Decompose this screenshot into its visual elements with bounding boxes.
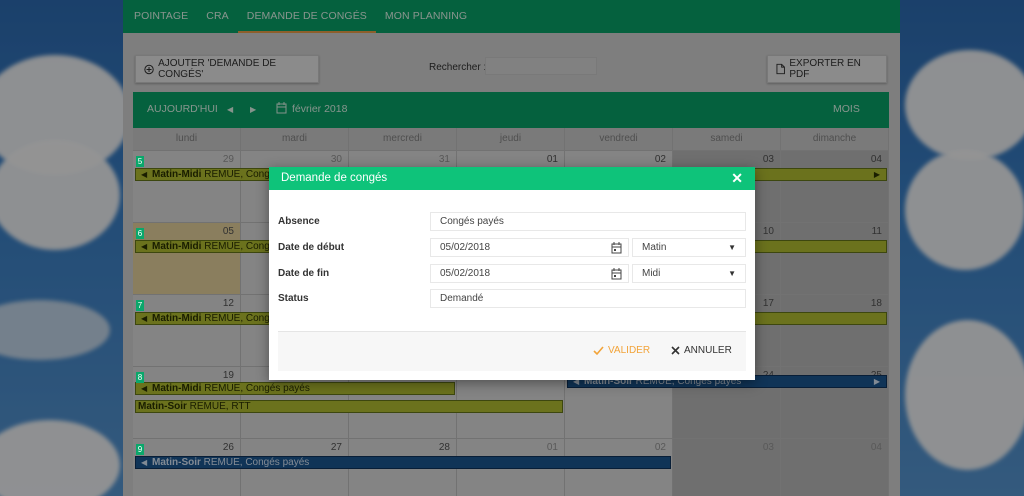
status-field: Demandé — [430, 289, 746, 308]
start-period-select[interactable]: Matin ▼ — [632, 238, 746, 257]
end-period-select[interactable]: Midi ▼ — [632, 264, 746, 283]
week-number: 6 — [136, 228, 144, 239]
cancel-button[interactable]: ANNULER — [671, 345, 732, 356]
week-number: 9 — [136, 444, 144, 455]
dialog-footer: VALIDER ANNULER — [278, 331, 746, 371]
week-number: 7 — [136, 300, 144, 311]
validate-label: VALIDER — [608, 345, 651, 356]
dialog-header: Demande de congés ✕ — [269, 167, 755, 190]
end-period-value: Midi — [642, 268, 661, 279]
check-icon — [593, 345, 604, 355]
end-date-value: 05/02/2018 — [440, 268, 491, 279]
start-date-input[interactable]: 05/02/2018 — [430, 238, 629, 257]
calendar-icon[interactable] — [611, 242, 622, 254]
chevron-down-icon: ▼ — [728, 243, 736, 252]
status-label: Status — [278, 293, 309, 304]
week-number: 8 — [136, 372, 144, 383]
start-date-label: Date de début — [278, 242, 345, 253]
leave-request-dialog: Demande de congés ✕ Absence Congés payés… — [269, 167, 755, 380]
start-date-value: 05/02/2018 — [440, 242, 491, 253]
end-date-input[interactable]: 05/02/2018 — [430, 264, 629, 283]
chevron-down-icon: ▼ — [728, 269, 736, 278]
validate-button[interactable]: VALIDER — [593, 345, 650, 356]
close-icon — [671, 346, 680, 355]
absence-label: Absence — [278, 216, 320, 227]
end-date-label: Date de fin — [278, 268, 330, 279]
start-period-value: Matin — [642, 242, 667, 253]
close-icon[interactable]: ✕ — [731, 167, 743, 190]
calendar-icon[interactable] — [611, 268, 622, 280]
dialog-title: Demande de congés — [281, 172, 388, 184]
cancel-label: ANNULER — [684, 345, 732, 356]
week-number: 5 — [136, 156, 144, 167]
absence-field[interactable]: Congés payés — [430, 212, 746, 231]
